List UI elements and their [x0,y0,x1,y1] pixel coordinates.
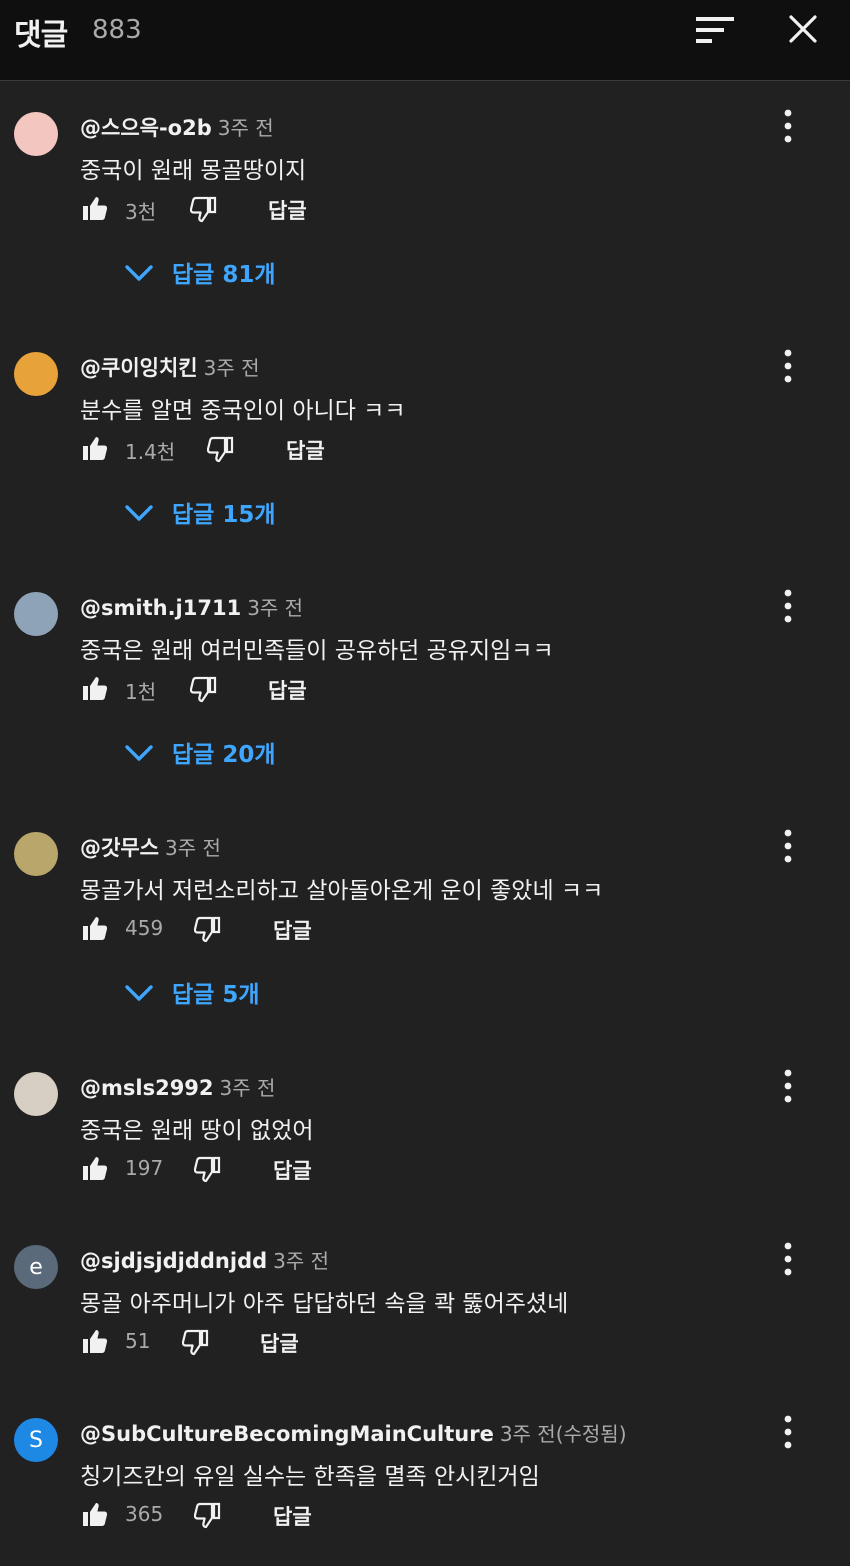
comment-time: 3주 전 [203,356,260,380]
comment-text: 중국은 원래 땅이 없었어 [80,1118,314,1144]
thumbs-up-icon[interactable] [80,1154,108,1182]
comment-text: 분수를 알면 중국인이 아니다 ㅋㅋ [80,398,406,424]
comment-text: 몽골 아주머니가 아주 답답하던 속을 콱 뚫어주셨네 [80,1291,569,1317]
reply-button[interactable]: 답글 [286,435,325,465]
thumbs-down-icon[interactable] [182,1329,210,1357]
replies-label: 답글 15개 [172,502,276,528]
like-count: 3천 [125,200,157,224]
reply-button[interactable]: 답글 [273,915,312,945]
comment-meta: @msls2992 3주 전 [80,1072,275,1101]
thumbs-down-icon[interactable] [190,676,218,704]
like-count: 459 [125,916,164,940]
replies-label: 답글 5개 [172,982,260,1008]
comment-meta: @스으윽-o2b 3주 전 [80,112,274,142]
more-vert-icon[interactable] [776,586,800,626]
avatar[interactable] [14,592,58,636]
author-name[interactable]: @SubCultureBecomingMainCulture [80,1422,494,1446]
thumbs-down-icon[interactable] [190,196,218,224]
comment-actions: 51 답글 [80,1325,480,1363]
header-title: 댓글 [14,18,68,53]
reply-button[interactable]: 답글 [273,1155,312,1185]
author-name[interactable]: @스으윽-o2b [80,116,212,140]
replies-label: 답글 81개 [172,262,276,288]
avatar-letter: S [29,1427,43,1453]
thumbs-up-icon[interactable] [80,1327,108,1355]
more-vert-icon[interactable] [776,1066,800,1106]
comment-thread: @smith.j1711 3주 전중국은 원래 여러민족들이 공유하던 공유지임ㅋ… [0,589,850,782]
avatar[interactable]: e [14,1245,58,1289]
comment-thread: @쿠이잉치킨 3주 전분수를 알면 중국인이 아니다 ㅋㅋ 1.4천 답글답글 15개 [0,349,850,542]
like-count: 1.4천 [125,440,176,464]
comment-meta: @갓무스 3주 전 [80,832,221,862]
comment-meta: @smith.j1711 3주 전 [80,592,303,621]
thumbs-up-icon[interactable] [80,194,108,222]
thumbs-down-icon[interactable] [194,1156,222,1184]
comment-actions: 197 답글 [80,1152,480,1190]
like-count: 365 [125,1502,164,1526]
comment-text: 중국은 원래 여러민족들이 공유하던 공유지임ㅋㅋ [80,638,554,664]
comment-meta: @SubCultureBecomingMainCulture 3주 전(수정됨) [80,1418,627,1447]
more-vert-icon[interactable] [776,106,800,146]
comment-text: 몽골가서 저런소리하고 살아돌아온게 운이 좋았네 ㅋㅋ [80,878,604,904]
comment-time: 3주 전 [247,596,304,620]
comment-actions: 365 답글 [80,1498,480,1536]
comment-count: 883 [92,15,142,45]
author-name[interactable]: @쿠이잉치킨 [80,356,198,380]
author-name[interactable]: @smith.j1711 [80,596,241,620]
chevron-down-icon [125,505,153,521]
comment-thread: S @SubCultureBecomingMainCulture 3주 전(수정됨)… [0,1415,850,1548]
comment-thread: @스으윽-o2b 3주 전중국이 원래 몽골땅이지 3천 답글답글 81개 [0,109,850,302]
thumbs-down-icon[interactable] [194,1502,222,1530]
reply-button[interactable]: 답글 [260,1328,299,1358]
comment-text: 칭기즈칸의 유일 실수는 한족을 멸족 안시킨거임 [80,1464,540,1490]
comment-time: 3주 전 [273,1249,330,1273]
thumbs-up-icon[interactable] [80,1500,108,1528]
like-count: 197 [125,1156,164,1180]
thumbs-up-icon[interactable] [80,434,108,462]
comment-actions: 3천 답글 [80,192,480,230]
comments-header: 댓글 883 [0,0,850,81]
more-vert-icon[interactable] [776,1239,800,1279]
comment-time: 3주 전 [217,116,274,140]
avatar[interactable] [14,1072,58,1116]
more-vert-icon[interactable] [776,1412,800,1452]
author-name[interactable]: @msls2992 [80,1076,214,1100]
comment-actions: 459 답글 [80,912,480,950]
comment-meta: @sjdjsjdjddnjdd 3주 전 [80,1245,329,1274]
reply-button[interactable]: 답글 [273,1501,312,1531]
thumbs-up-icon[interactable] [80,914,108,942]
more-vert-icon[interactable] [776,346,800,386]
like-count: 1천 [125,680,157,704]
more-vert-icon[interactable] [776,826,800,866]
comment-time: 3주 전 [164,836,221,860]
chevron-down-icon [125,265,153,281]
like-count: 51 [125,1329,151,1353]
replies-label: 답글 20개 [172,742,276,768]
comment-actions: 1.4천 답글 [80,432,480,470]
comment-thread: @갓무스 3주 전몽골가서 저런소리하고 살아돌아온게 운이 좋았네 ㅋㅋ 459 답… [0,829,850,1022]
sort-icon[interactable] [694,14,736,46]
comment-thread: @msls2992 3주 전중국은 원래 땅이 없었어 197 답글 [0,1069,850,1202]
thumbs-down-icon[interactable] [207,436,235,464]
avatar[interactable] [14,832,58,876]
avatar[interactable] [14,112,58,156]
thumbs-down-icon[interactable] [194,916,222,944]
comment-time: 3주 전 [219,1076,276,1100]
avatar[interactable]: S [14,1418,58,1462]
author-name[interactable]: @갓무스 [80,836,159,860]
chevron-down-icon [125,985,153,1001]
comment-meta: @쿠이잉치킨 3주 전 [80,352,260,382]
thumbs-up-icon[interactable] [80,674,108,702]
comment-text: 중국이 원래 몽골땅이지 [80,158,307,184]
close-icon[interactable] [786,12,820,46]
avatar-letter: e [29,1254,43,1280]
reply-button[interactable]: 답글 [268,195,307,225]
avatar[interactable] [14,352,58,396]
chevron-down-icon [125,745,153,761]
reply-button[interactable]: 답글 [268,675,307,705]
comment-actions: 1천 답글 [80,672,480,710]
comment-thread: e @sjdjsjdjddnjdd 3주 전몽골 아주머니가 아주 답답하던 속을 … [0,1242,850,1375]
comment-time: 3주 전(수정됨) [499,1422,627,1446]
author-name[interactable]: @sjdjsjdjddnjdd [80,1249,267,1273]
